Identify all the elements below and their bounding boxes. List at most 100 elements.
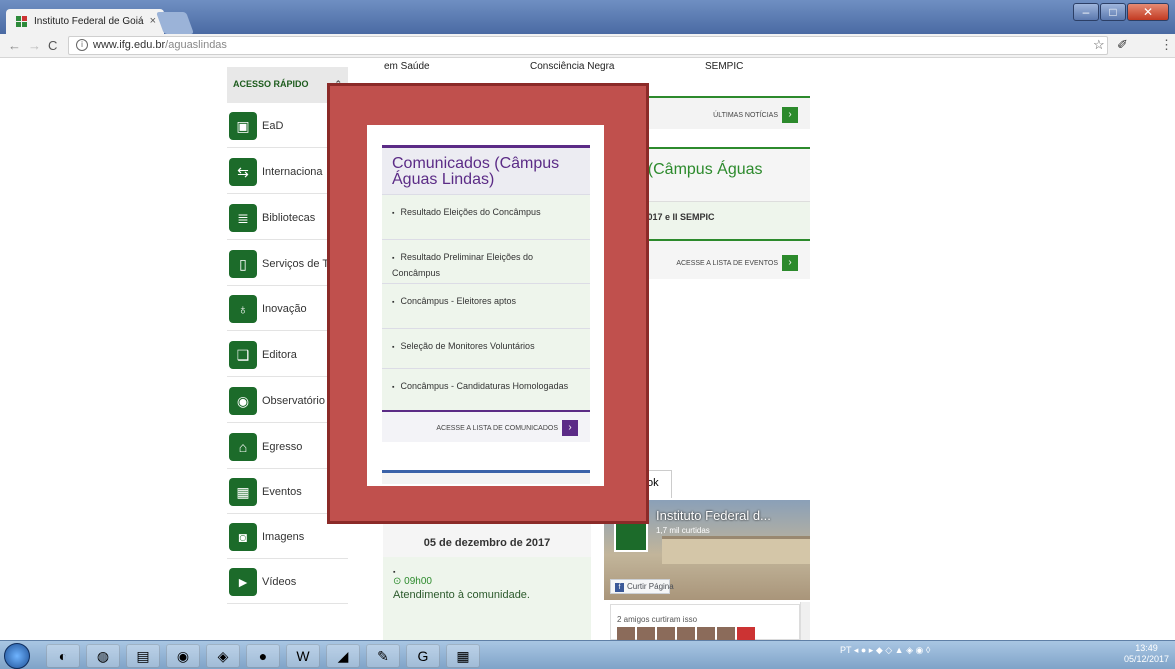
facebook-f-icon: f (615, 583, 624, 592)
system-clock[interactable]: 13:49 05/12/2017 (1124, 643, 1169, 665)
facebook-friends-box: 2 amigos curtiram isso (610, 604, 800, 640)
reload-icon[interactable]: C (48, 38, 57, 53)
agenda-body: ▪ ⊙ 09h00 Atendimento à comunidade. (383, 557, 591, 640)
taskbar-app-paint[interactable]: ✎ (366, 644, 400, 668)
system-tray[interactable]: PT ◂ ● ▸ ◆ ◇ ▲ ◈ ◉ ◊ (840, 645, 930, 656)
taskbar-app-security[interactable]: ◉ (166, 644, 200, 668)
agenda-panel: 05 de dezembro de 2017 ▪ ⊙ 09h00 Atendim… (383, 517, 591, 640)
sidebar-item-label: Bibliotecas (262, 212, 316, 224)
arrow-right-icon[interactable]: › (782, 107, 798, 123)
video-camera-icon: ► (229, 568, 257, 596)
ifg-favicon-icon (16, 16, 28, 28)
sidebar-item-label: Internaciona (262, 166, 323, 178)
sidebar-item-label: Editora (262, 349, 297, 361)
facebook-like-button[interactable]: f Curtir Página (610, 579, 674, 594)
list-item[interactable]: ▪ Resultado Eleições do Concâmpus (382, 194, 590, 239)
start-button[interactable] (4, 643, 30, 669)
browser-tab[interactable]: Instituto Federal de Goiá × (6, 9, 164, 34)
url-path: /aguaslindas (165, 39, 227, 51)
comunicados-title: Comunicados (Câmpus Águas Lindas) (382, 148, 590, 194)
sidebar-item-label: Egresso (262, 441, 303, 453)
close-window-button[interactable]: ✕ (1127, 3, 1169, 21)
top-link-consciencia[interactable]: Consciência Negra (530, 61, 615, 72)
language-indicator[interactable]: PT (840, 645, 851, 655)
agenda-item[interactable]: Atendimento à comunidade. (393, 589, 581, 601)
facebook-like-label: Curtir Página (627, 582, 674, 591)
comunicados-footer: ACESSE A LISTA DE COMUNICADOS › (382, 410, 590, 442)
calendar-icon: ▦ (229, 478, 257, 506)
lightbulb-icon: ♁ (229, 295, 257, 323)
clock-time: 13:49 (1135, 643, 1158, 653)
graduation-cap-icon: ⌂ (229, 433, 257, 461)
next-panel-strip (382, 470, 590, 484)
sidebar-item-label: Imagens (262, 531, 305, 543)
bookmark-star-icon[interactable]: ☆ (1093, 37, 1105, 53)
window-titlebar: Instituto Federal de Goiá × – □ ✕ (0, 0, 1175, 34)
browser-toolbar: ← → C i www.ifg.edu.br/aguaslindas ☆ ✐ ⋮ (0, 34, 1175, 58)
sidebar-item-label: Eventos (262, 486, 302, 498)
ultimas-noticias-link[interactable]: ÚLTIMAS NOTÍCIAS › (713, 107, 798, 123)
taskbar-app-g[interactable]: G (406, 644, 440, 668)
tab-title: Instituto Federal de Goiá (34, 16, 144, 27)
back-icon[interactable]: ← (8, 38, 21, 53)
taskbar-app-remote[interactable]: ◢ (326, 644, 360, 668)
eventos-list-label: ACESSE A LISTA DE EVENTOS (676, 259, 778, 267)
comunicado-link[interactable]: Resultado Preliminar Eleições do Concâmp… (392, 252, 533, 278)
sidebar-item-label: Serviços de T (262, 258, 330, 270)
list-item[interactable]: ▪ Seleção de Monitores Voluntários (382, 328, 590, 368)
maximize-button[interactable]: □ (1100, 3, 1126, 21)
top-link-saude[interactable]: em Saúde (384, 61, 430, 72)
quick-access-title: ACESSO RÁPIDO (233, 79, 309, 89)
facebook-scrollbar[interactable] (800, 602, 810, 640)
taskbar-app-chrome[interactable]: ● (246, 644, 280, 668)
list-item[interactable]: ▪ Resultado Preliminar Eleições do Concâm… (382, 239, 590, 283)
library-icon: ≣ (229, 204, 257, 232)
address-bar[interactable]: i www.ifg.edu.br/aguaslindas (68, 36, 1108, 55)
sidebar-item-label: Vídeos (262, 576, 297, 588)
comunicado-link[interactable]: Concâmpus - Eleitores aptos (400, 296, 516, 306)
list-item[interactable]: ▪ Concâmpus - Candidaturas Homologadas (382, 368, 590, 410)
extension-icon[interactable]: ✐ (1117, 37, 1128, 53)
list-item[interactable]: ▪ Concâmpus - Eleitores aptos (382, 283, 590, 328)
comunicados-panel: Comunicados (Câmpus Águas Lindas) ▪ Resul… (382, 145, 590, 442)
facebook-page-name[interactable]: Instituto Federal d... (656, 508, 771, 523)
comunicado-link[interactable]: Concâmpus - Candidaturas Homologadas (400, 381, 568, 391)
internacional-icon: ⇆ (229, 158, 257, 186)
bullet-icon: ▪ (392, 255, 395, 262)
sidebar-item-label: Observatório (262, 395, 325, 407)
bullet-icon: ▪ (392, 384, 395, 391)
eventos-list-link[interactable]: ACESSE A LISTA DE EVENTOS › (676, 255, 798, 271)
minimize-button[interactable]: – (1073, 3, 1099, 21)
agenda-bullet: ▪ (393, 569, 396, 576)
bullet-icon: ▪ (392, 210, 395, 217)
taskbar-app-explorer[interactable]: ◍ (86, 644, 120, 668)
browser-menu-icon[interactable]: ⋮ (1160, 37, 1173, 53)
comunicados-list-label: ACESSE A LISTA DE COMUNICADOS (436, 424, 558, 432)
site-info-icon[interactable]: i (76, 39, 88, 51)
comunicado-link[interactable]: Seleção de Monitores Voluntários (400, 341, 534, 351)
facebook-friends-text: 2 amigos curtiram isso (617, 615, 698, 624)
top-link-sempic[interactable]: SEMPIC (705, 61, 743, 72)
sidebar-item-label: Inovação (262, 303, 307, 315)
taskbar-app-ie[interactable]: ◐ (46, 644, 80, 668)
url-domain: www.ifg.edu.br (93, 39, 166, 51)
taskbar-app-word[interactable]: W (286, 644, 320, 668)
bullet-icon: ▪ (392, 299, 395, 306)
comunicados-list-link[interactable]: ACESSE A LISTA DE COMUNICADOS › (436, 420, 578, 436)
tab-close-icon[interactable]: × (150, 15, 156, 27)
book-icon: ❑ (229, 341, 257, 369)
taskbar-app-firefox[interactable]: ◈ (206, 644, 240, 668)
taskbar-app-calculator[interactable]: ▦ (446, 644, 480, 668)
taskbar-app-media[interactable]: ▤ (126, 644, 160, 668)
sidebar-item-label: EaD (262, 120, 284, 132)
compass-icon: ◉ (229, 387, 257, 415)
arrow-right-icon[interactable]: › (782, 255, 798, 271)
sidebar-item-videos[interactable]: ► Vídeos (227, 562, 348, 604)
facebook-likes-count: 1,7 mil curtidas (656, 526, 710, 535)
comunicado-link[interactable]: Resultado Eleições do Concâmpus (400, 207, 540, 217)
ultimas-noticias-label: ÚLTIMAS NOTÍCIAS (713, 111, 778, 119)
eventos-title: tos (Câmpus Águas s) (622, 161, 763, 195)
arrow-right-icon[interactable]: › (562, 420, 578, 436)
clock-date: 05/12/2017 (1123, 654, 1169, 664)
forward-icon[interactable]: → (28, 38, 41, 53)
